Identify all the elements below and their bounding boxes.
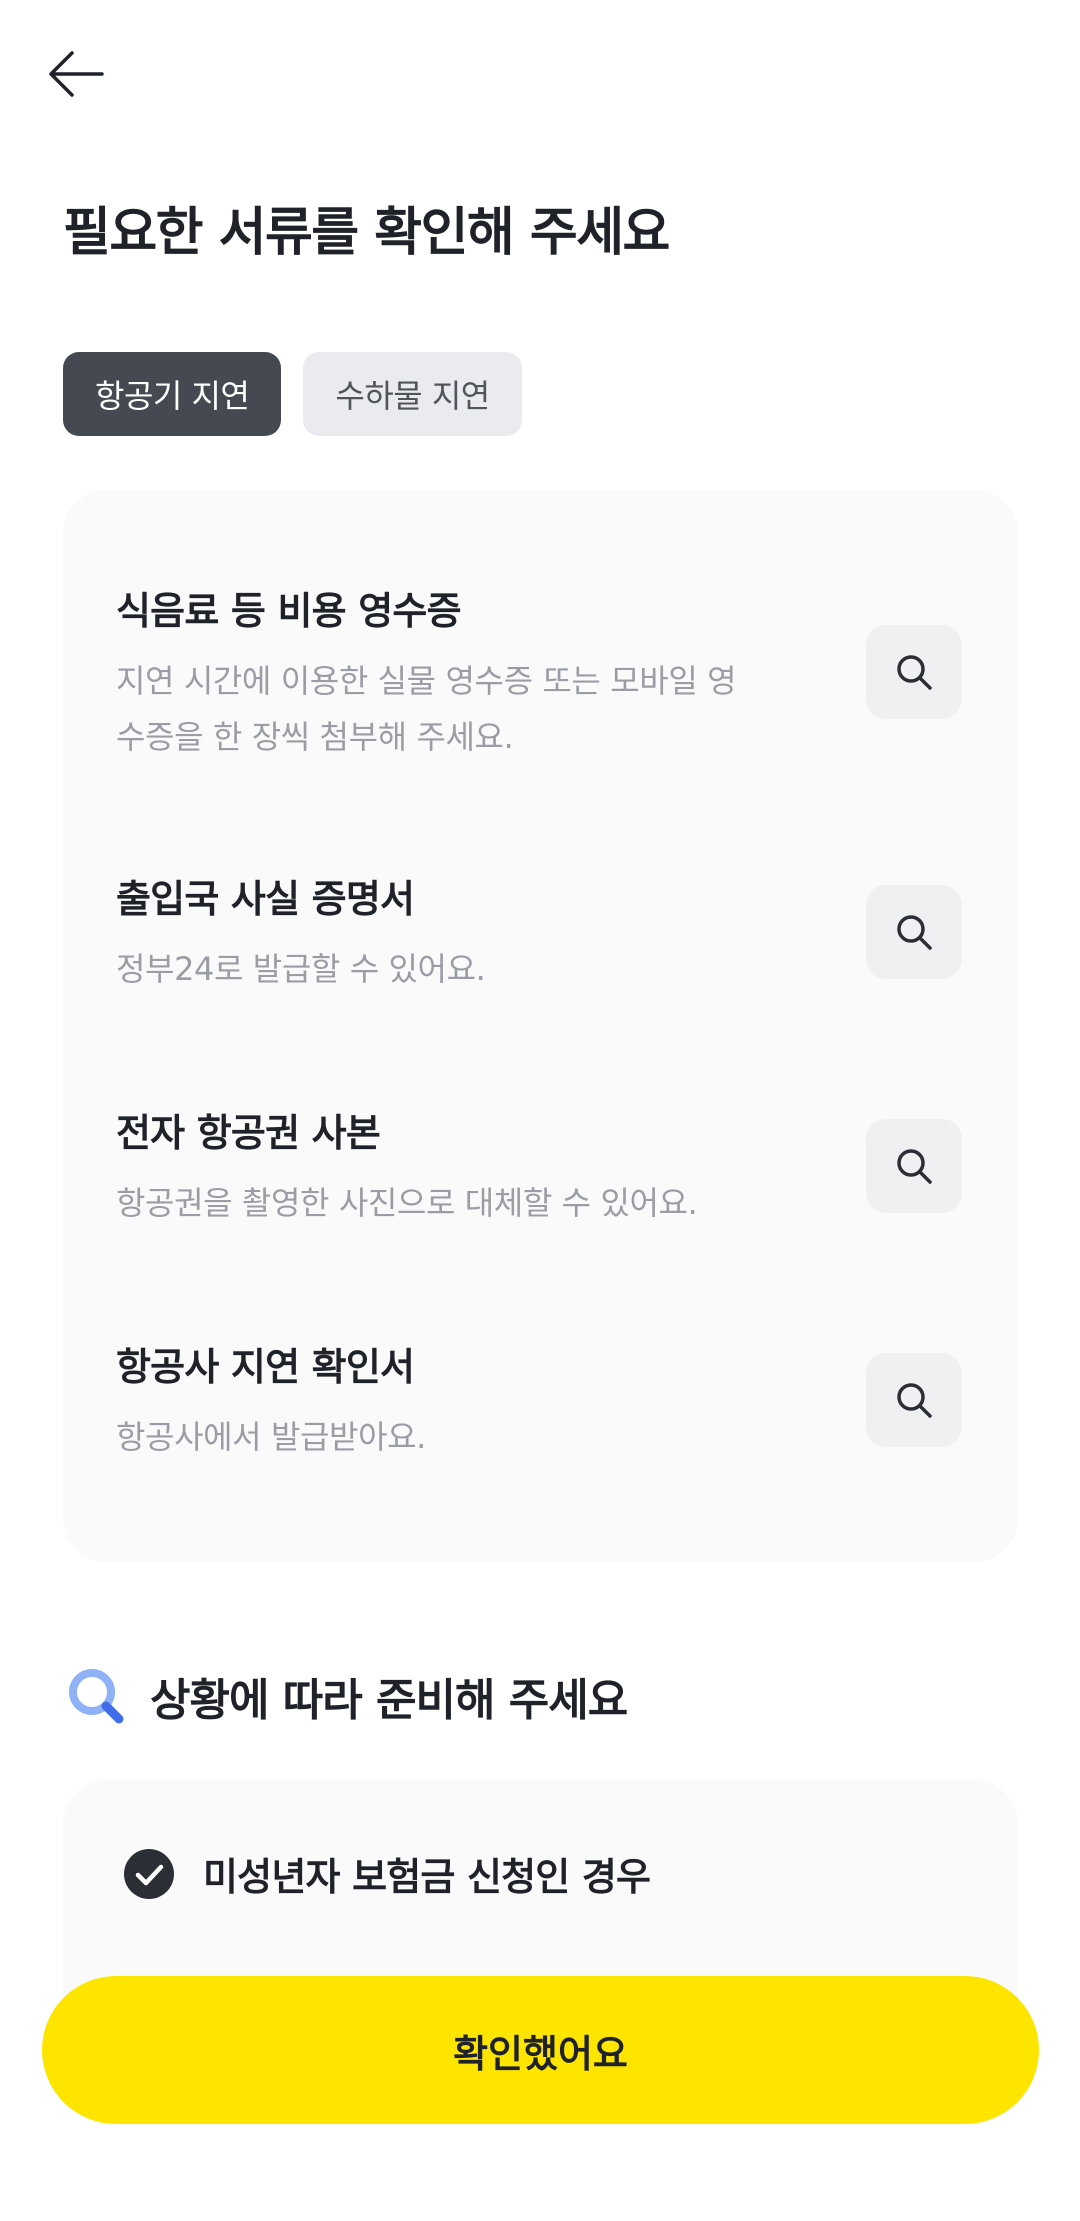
receipt-search-button[interactable] (866, 625, 962, 719)
required-documents-card: 식음료 등 비용 영수증 지연 시간에 이용한 실물 영수증 또는 모바일 영수… (63, 490, 1018, 1562)
doc-title: 식음료 등 비용 영수증 (116, 589, 462, 633)
check-circle-icon (124, 1848, 174, 1899)
arrow-left-icon (49, 51, 104, 97)
condition-item-minor[interactable]: 미성년자 보험금 신청인 경우 (123, 1846, 651, 1901)
search-icon (897, 1383, 932, 1418)
immigration-search-button[interactable] (866, 885, 962, 979)
doc-title: 출입국 사실 증명서 (116, 877, 415, 921)
tab-baggage-delay[interactable]: 수하물 지연 (303, 352, 522, 436)
doc-title: 전자 항공권 사본 (116, 1111, 381, 1155)
e-ticket-search-button[interactable] (866, 1119, 962, 1213)
doc-item-e-ticket: 전자 항공권 사본 항공권을 촬영한 사진으로 대체할 수 있어요. (116, 1102, 966, 1231)
condition-label: 미성년자 보험금 신청인 경우 (203, 1855, 651, 1899)
doc-description: 정부24로 발급할 수 있어요. (116, 950, 486, 988)
magnifier-icon (69, 1669, 124, 1724)
doc-description: 항공권을 촬영한 사진으로 대체할 수 있어요. (116, 1184, 698, 1222)
page-title: 필요한 서류를 확인해 주세요 (63, 203, 670, 263)
tab-flight-delay[interactable]: 항공기 지연 (63, 352, 282, 436)
back-button[interactable] (40, 44, 112, 104)
doc-item-receipt: 식음료 등 비용 영수증 지연 시간에 이용한 실물 영수증 또는 모바일 영수… (116, 580, 966, 765)
search-icon (897, 915, 932, 950)
section-title: 상황에 따라 준비해 주세요 (150, 1675, 628, 1726)
conditional-section-header: 상황에 따라 준비해 주세요 (66, 1664, 628, 1728)
doc-title: 항공사 지연 확인서 (116, 1345, 415, 1389)
doc-item-immigration: 출입국 사실 증명서 정부24로 발급할 수 있어요. (116, 868, 966, 997)
search-icon (897, 655, 932, 690)
confirm-button[interactable]: 확인했어요 (42, 1976, 1039, 2124)
delay-confirmation-search-button[interactable] (866, 1353, 962, 1447)
doc-description: 지연 시간에 이용한 실물 영수증 또는 모바일 영수증을 한 장씩 첨부해 주… (116, 662, 737, 756)
doc-description: 항공사에서 발급받아요. (116, 1418, 426, 1456)
doc-item-delay-confirmation: 항공사 지연 확인서 항공사에서 발급받아요. (116, 1336, 966, 1465)
tab-group: 항공기 지연 수하물 지연 (63, 352, 522, 436)
search-icon (897, 1149, 932, 1184)
